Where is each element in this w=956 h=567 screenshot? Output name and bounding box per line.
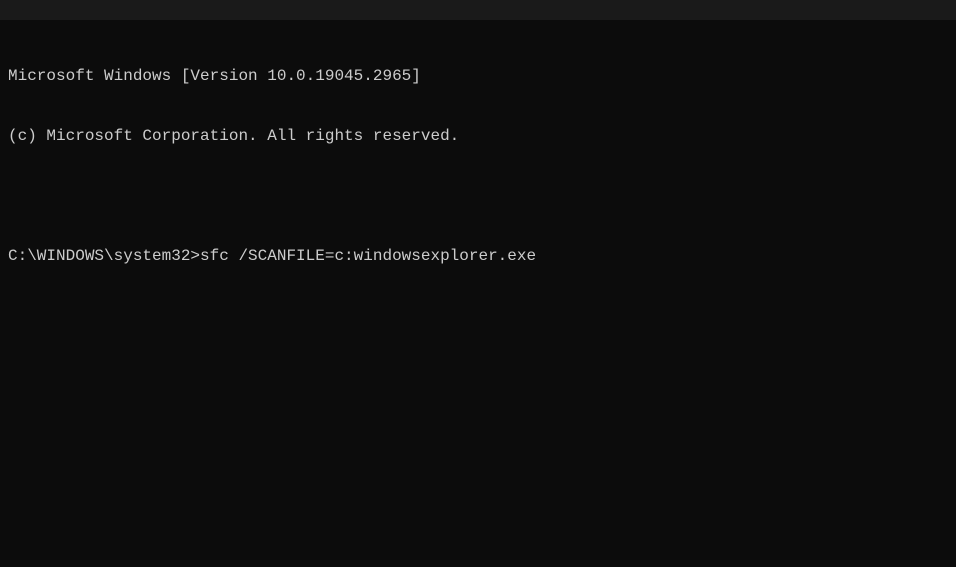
command-prompt-line[interactable]: C:\WINDOWS\system32>sfc /SCANFILE=c:wind… [8,246,948,266]
window-titlebar [0,0,956,20]
copyright-line: (c) Microsoft Corporation. All rights re… [8,126,948,146]
version-line: Microsoft Windows [Version 10.0.19045.29… [8,66,948,86]
command-input[interactable]: sfc /SCANFILE=c:windowsexplorer.exe [200,246,536,266]
terminal-output[interactable]: Microsoft Windows [Version 10.0.19045.29… [0,20,956,292]
prompt-path: C:\WINDOWS\system32> [8,246,200,266]
blank-line [8,186,948,206]
